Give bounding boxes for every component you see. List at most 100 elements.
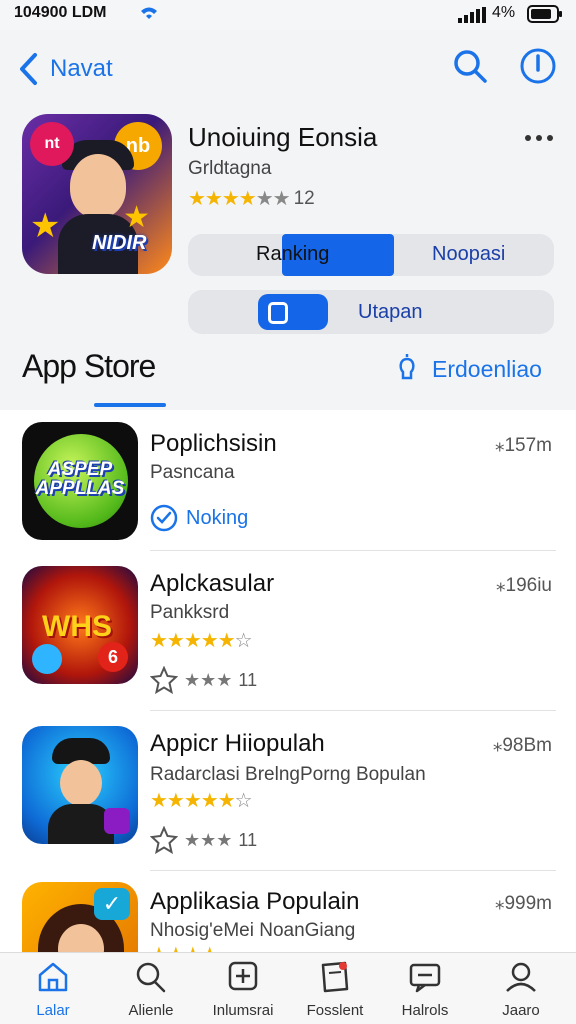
app-name: Appicr Hiiopulah (150, 730, 325, 757)
tab-bookmark[interactable]: Fosslent (290, 961, 380, 1019)
app-action[interactable]: Noking (150, 504, 248, 532)
battery-percentage: 4% (492, 4, 516, 21)
secondary-rating-count: 11 (238, 669, 258, 690)
home-icon (38, 962, 68, 992)
toggle-knob[interactable] (258, 294, 328, 330)
bulb-icon (399, 354, 415, 380)
tab-label: Lalar (36, 1002, 70, 1019)
chevron-left-icon (20, 53, 37, 85)
app-size: ⁎157m (494, 435, 552, 456)
app-rating: ★★★★★☆ (150, 628, 253, 653)
tab-label: Alienle (128, 1002, 174, 1019)
star-decoration-icon: ★ (123, 201, 150, 234)
app-subtitle: Pasncana (150, 462, 235, 483)
icon-text: WHS (42, 610, 112, 643)
featured-app-subtitle: Grldtagna (188, 158, 272, 179)
back-label: Navat (50, 55, 113, 82)
check-circle-icon (150, 504, 178, 532)
status-bar: 104900 LDM 4% (0, 0, 576, 30)
featured-app-rating: ★★★★★★ 12 (188, 186, 315, 211)
bookmark-icon (321, 961, 349, 993)
app-name: Applikasia Populain (150, 888, 360, 915)
secondary-rating-count: 11 (238, 829, 258, 850)
toggle-bar[interactable]: Utapan (188, 290, 554, 334)
featured-app-title: Unoiuing Eonsia (188, 122, 378, 152)
profile-icon (506, 962, 536, 992)
rating-count: 12 (293, 187, 315, 209)
app-icon: WHS 6 (22, 566, 138, 684)
icon-badge: 6 (98, 642, 128, 672)
app-rating: ★★★★ (150, 942, 219, 952)
more-options-icon[interactable] (524, 134, 554, 142)
app-name: Aplckasular (150, 570, 275, 597)
back-button[interactable]: Navat (18, 52, 113, 86)
segmented-control: Ranking Noopasi (188, 234, 554, 276)
gem-graphic (32, 644, 62, 674)
add-box-icon (228, 961, 258, 991)
character-face (60, 760, 102, 806)
app-subtitle: Nhosig'eMei NoanGiang (150, 920, 356, 941)
tab-messages[interactable]: Halrols (380, 961, 470, 1019)
segment-right[interactable]: Noopasi (432, 243, 505, 266)
app-size: ⁎999m (494, 893, 552, 914)
battery-icon (527, 5, 562, 23)
app-size: ⁎196iu (496, 575, 552, 596)
section-underline (94, 403, 166, 407)
search-button[interactable] (452, 48, 488, 89)
segment-ranking[interactable]: Ranking (256, 243, 329, 266)
gray-stars-icon: ★★★ (184, 669, 233, 690)
signal-icon (458, 7, 486, 23)
tab-label: Halrols (401, 1002, 449, 1019)
section-title: App Store (22, 348, 156, 384)
tab-label: Inlumsrai (212, 1002, 274, 1019)
app-icon: ASPEP APPLLAS (22, 422, 138, 540)
message-icon (409, 963, 441, 993)
list-item[interactable]: WHS 6 Aplckasular ⁎196iu Pankksrd ★★★★★☆… (0, 566, 576, 730)
app-subtitle: Radarclasi BrelngPorng Bopulan (150, 764, 426, 785)
app-size: ⁎98Bm (492, 735, 552, 756)
check-icon: ✓ (94, 888, 130, 920)
wifi-icon (141, 7, 157, 19)
icon-badge-left: nt (30, 122, 74, 166)
tab-search[interactable]: Alienle (106, 961, 196, 1019)
app-rating: ★★★★★☆ (150, 788, 253, 813)
divider (150, 870, 556, 871)
tab-bar: Lalar Alienle Inlumsrai Fosslent Halrols (0, 952, 576, 1024)
star-outline-icon (150, 826, 178, 854)
toggle-label: Utapan (358, 301, 423, 323)
app-name: Poplichsisin (150, 430, 277, 457)
star-rating-icon: ★★★★★★ (188, 188, 291, 210)
list-item[interactable]: ASPEP APPLLAS Poplichsisin ⁎157m Pasncan… (0, 410, 576, 570)
tab-add[interactable]: Inlumsrai (198, 961, 288, 1019)
divider (150, 550, 556, 551)
info-button[interactable] (518, 46, 558, 91)
star-rating-icon: ★★★★ (150, 942, 219, 952)
character-face (70, 154, 126, 218)
section-link-label: Erdoenliao (432, 355, 542, 382)
featured-app-icon[interactable]: nb nt ★ ★ NIDIR (22, 114, 172, 274)
star-outline-icon (150, 666, 178, 694)
star-rating-icon: ★★★★★☆ (150, 790, 253, 812)
tab-label: Fosslent (306, 1002, 364, 1019)
divider (150, 710, 556, 711)
chip-graphic (104, 808, 130, 834)
gray-stars-icon: ★★★ (184, 829, 233, 850)
star-decoration-icon: ★ (30, 207, 61, 245)
app-header-section: Navat nb nt ★ ★ NIDIR Unoiuing Eonsia Gr… (0, 30, 576, 410)
tab-home[interactable]: Lalar (8, 961, 98, 1019)
info-icon (520, 48, 556, 84)
square-icon (268, 302, 288, 324)
section-link[interactable]: Erdoenliao (396, 354, 542, 384)
list-item[interactable]: ✓ Applikasia Populain ⁎999m Nhosig'eMei … (0, 882, 576, 952)
icon-logo-text: NIDIR (92, 232, 147, 254)
search-icon (454, 50, 487, 83)
action-label: Noking (186, 506, 249, 529)
tab-label: Jaaro (502, 1002, 540, 1019)
tab-profile[interactable]: Jaaro (476, 961, 566, 1019)
list-item[interactable]: Appicr Hiiopulah ⁎98Bm Radarclasi Brelng… (0, 726, 576, 890)
icon-text: ASPEP APPLLAS (35, 459, 125, 499)
app-secondary-rating: ★★★ 11 (150, 666, 257, 694)
app-subtitle: Pankksrd (150, 602, 230, 623)
status-time: 104900 LDM (14, 4, 107, 21)
star-rating-icon: ★★★★★☆ (150, 630, 253, 652)
